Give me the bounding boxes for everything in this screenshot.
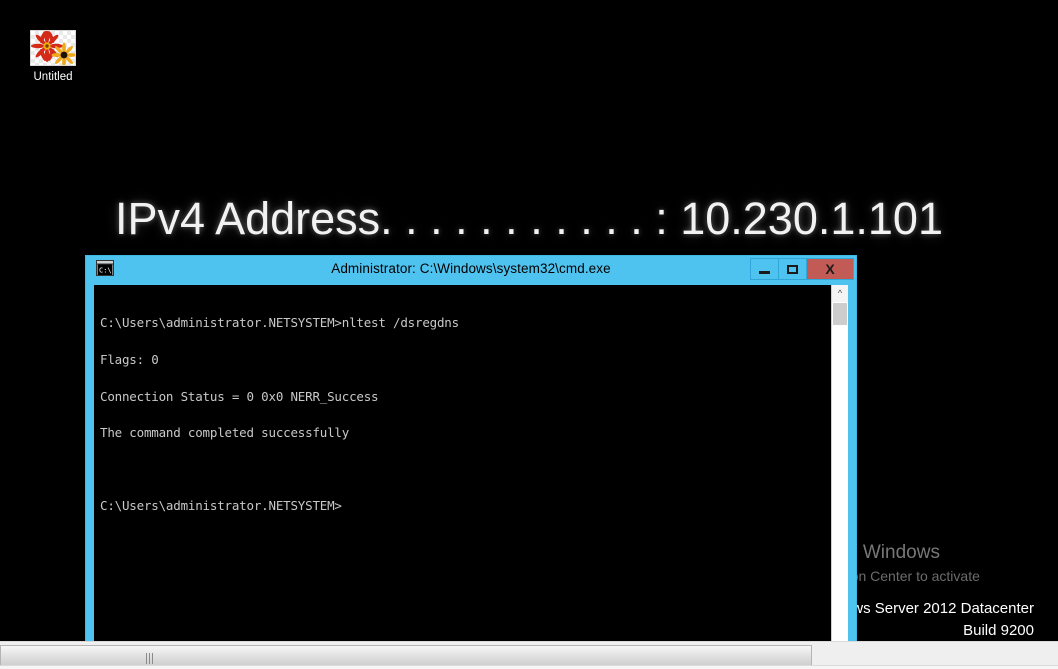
hscrollbar-thumb[interactable]: [0, 645, 812, 666]
command-prompt-window[interactable]: C:\ Administrator: C:\Windows\system32\c…: [86, 256, 856, 641]
image-thumbnail-icon: [30, 30, 76, 66]
console-line: Connection Status = 0 0x0 NERR_Success: [100, 388, 379, 404]
window-controls[interactable]: X: [750, 258, 854, 280]
scrollbar-thumb[interactable]: [833, 303, 847, 325]
maximize-icon: [787, 264, 798, 274]
bottom-bar-edge: [0, 665, 1058, 669]
console-line: Flags: 0: [100, 352, 159, 367]
hscrollbar-grip-icon: [146, 653, 155, 664]
window-title-text: Administrator: C:\Windows\system32\cmd.e…: [331, 261, 611, 276]
desktop-background[interactable]: Untitled IPv4 Address. . . . . . . . . .…: [0, 0, 1058, 641]
console-line: C:\Users\administrator.NETSYSTEM>nltest …: [100, 315, 459, 331]
close-button[interactable]: X: [806, 258, 854, 280]
window-titlebar[interactable]: C:\ Administrator: C:\Windows\system32\c…: [86, 256, 856, 282]
ipv4-address-overlay-text: IPv4 Address. . . . . . . . . . . : 10.2…: [115, 193, 943, 244]
hscrollbar-track[interactable]: [0, 643, 1058, 667]
console-line: C:\Users\administrator.NETSYSTEM>: [100, 498, 342, 514]
minimize-icon: [759, 270, 770, 274]
console-line: The command completed successfully: [100, 425, 350, 441]
flower-artwork: [31, 31, 75, 65]
svg-text:C:\: C:\: [99, 267, 112, 275]
vertical-scrollbar[interactable]: ^: [831, 285, 848, 641]
desktop-icon-label: Untitled: [33, 71, 73, 83]
console-output-area[interactable]: C:\Users\administrator.NETSYSTEM>nltest …: [94, 285, 831, 641]
cmd-console-icon: C:\: [96, 260, 114, 276]
minimize-button[interactable]: [750, 258, 778, 280]
close-icon: X: [825, 261, 835, 277]
bottom-horizontal-scrollbar[interactable]: [0, 641, 1058, 669]
maximize-button[interactable]: [778, 258, 806, 280]
desktop-icon-untitled[interactable]: Untitled: [20, 30, 86, 84]
scroll-up-arrow-icon[interactable]: ^: [832, 285, 848, 302]
window-body: C:\Users\administrator.NETSYSTEM>nltest …: [94, 285, 848, 641]
